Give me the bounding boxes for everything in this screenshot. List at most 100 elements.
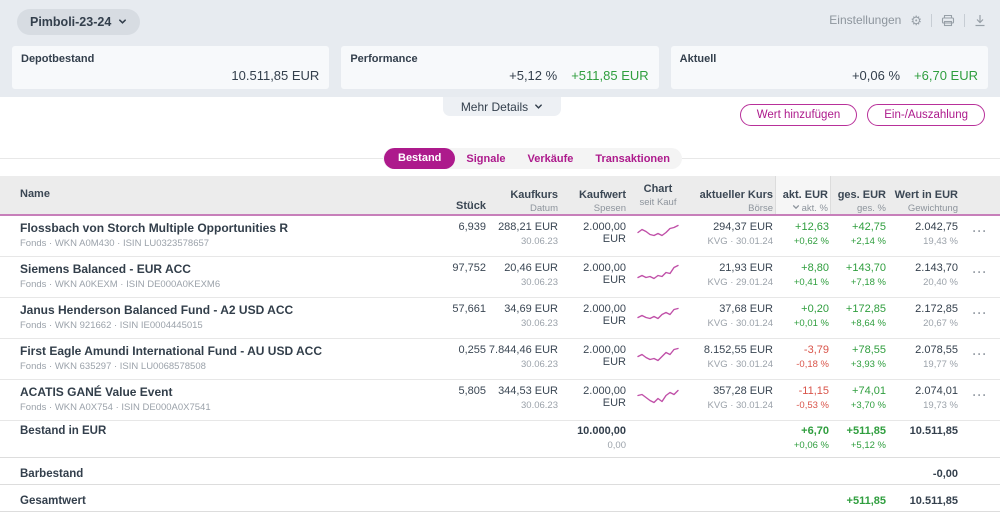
gear-icon[interactable]: ⚙: [910, 14, 922, 27]
ges-eur-value-sub: +7,18 %: [850, 277, 886, 288]
column-subtitle: Datum: [530, 203, 558, 214]
cell-akt: +12,63 +0,62 %: [775, 216, 831, 256]
settings-label[interactable]: Einstellungen: [829, 13, 901, 27]
column-title: Wert in EUR: [894, 189, 958, 201]
card-values: 10.511,85 EUR: [231, 68, 319, 83]
cell-empty: [488, 496, 560, 501]
cell-menu: [960, 421, 1000, 457]
cell-empty: [428, 469, 488, 474]
footer-ges: +511,85: [846, 494, 886, 507]
stueck-value: 57,661: [452, 303, 486, 315]
column-header-0[interactable]: Name: [20, 176, 428, 214]
row-menu-button[interactable]: ···: [960, 380, 1000, 420]
chevron-down-icon: [534, 100, 543, 114]
footer-kaufwert-sub: 0,00: [607, 440, 627, 451]
cell-name: Janus Henderson Balanced Fund - A2 USD A…: [20, 298, 428, 338]
kaufkurs-value: 34,69 EUR: [504, 303, 558, 315]
summary-band: Pimboli-23-24 Einstellungen ⚙ Depotbesta…: [0, 0, 1000, 97]
table-row: Janus Henderson Balanced Fund - A2 USD A…: [0, 298, 1000, 339]
cell-ges: [831, 469, 888, 474]
ges-eur-value: +172,85: [845, 303, 886, 315]
kaufwert-value: 2.000,00 EUR: [583, 262, 626, 286]
more-details-button[interactable]: Mehr Details: [443, 97, 561, 116]
summary-card-performance: Performance +5,12 % +511,85 EUR: [341, 46, 659, 89]
wert-value-sub: 20,40 %: [923, 277, 958, 288]
stueck-value: 6,939: [458, 221, 486, 233]
column-header-1[interactable]: Stück: [428, 176, 488, 214]
column-subtitle: Gewichtung: [907, 203, 958, 214]
cell-ges: +511,85 +5,12 %: [831, 421, 888, 457]
tab-signale[interactable]: Signale: [455, 153, 516, 165]
sparkline-chart: [636, 387, 680, 410]
card-value: 10.511,85 EUR: [231, 68, 320, 83]
cell-empty: [488, 469, 560, 474]
position-name-link[interactable]: Flossbach von Storch Multiple Opportunit…: [20, 221, 426, 235]
position-name-link[interactable]: Siemens Balanced - EUR ACC: [20, 262, 426, 276]
column-header-5[interactable]: aktueller Kurs Börse: [690, 176, 775, 214]
wert-value: 2.078,55: [915, 344, 958, 356]
column-subtitle: akt. %: [776, 203, 828, 214]
cell-kaufwert: 2.000,00 EUR: [560, 298, 628, 338]
cell-name: First Eagle Amundi International Fund - …: [20, 339, 428, 379]
tab-transaktionen[interactable]: Transaktionen: [584, 153, 681, 165]
cell-kaufwert: 2.000,00 EUR: [560, 380, 628, 420]
column-header-8[interactable]: Wert in EUR Gewichtung: [888, 176, 960, 214]
kurs-value-sub: KVG · 30.01.24: [707, 318, 773, 329]
cell-stueck: 97,752: [428, 257, 488, 297]
print-icon[interactable]: [941, 14, 955, 27]
kurs-value: 357,28 EUR: [713, 385, 773, 397]
stueck-value: 97,752: [452, 262, 486, 274]
footer-label: Gesamtwert: [20, 494, 86, 507]
ges-eur-value-sub: +2,14 %: [850, 236, 886, 247]
cell-ges: +511,85: [831, 490, 888, 507]
cell-empty: [775, 469, 831, 474]
tabs-zone: Bestand Signale Verkäufe Transaktionen: [0, 148, 1000, 170]
cell-name: Siemens Balanced - EUR ACC Fonds · WKN A…: [20, 257, 428, 297]
position-name-link[interactable]: ACATIS GANÉ Value Event: [20, 385, 426, 399]
kaufkurs-value-sub: 30.06.23: [521, 359, 558, 370]
download-icon[interactable]: [974, 14, 986, 27]
row-menu-button[interactable]: ···: [960, 298, 1000, 338]
summary-card-depotbestand: Depotbestand 10.511,85 EUR: [12, 46, 330, 89]
wert-value-sub: 19,43 %: [923, 236, 958, 247]
akt-eur-value: -3,79: [803, 344, 829, 356]
row-menu-button[interactable]: ···: [960, 339, 1000, 379]
tab-bestand[interactable]: Bestand: [384, 148, 456, 169]
akt-eur-value-sub: -0,18 %: [796, 359, 829, 370]
column-header-4[interactable]: Chart seit Kauf: [628, 176, 690, 214]
cell-empty: [428, 496, 488, 501]
column-header-2[interactable]: Kaufkurs Datum: [488, 176, 560, 214]
position-details: Fonds · WKN A0X754 · ISIN DE000A0X7541: [20, 402, 211, 413]
card-value: +511,85 EUR: [571, 68, 649, 83]
position-name-link[interactable]: First Eagle Amundi International Fund - …: [20, 344, 426, 358]
cell-kurs: [690, 421, 775, 457]
cell-kurs: 21,93 EUR KVG · 29.01.24: [690, 257, 775, 297]
kaufkurs-value-sub: 30.06.23: [521, 400, 558, 411]
cell-kaufkurs: [488, 421, 560, 457]
cell-menu: [960, 469, 1000, 474]
cell-stueck: 5,805: [428, 380, 488, 420]
ges-eur-value: +78,55: [852, 344, 886, 356]
tab-verkäufe[interactable]: Verkäufe: [517, 153, 585, 165]
add-value-button[interactable]: Wert hinzufügen: [739, 104, 858, 126]
card-values: +0,06 % +6,70 EUR: [852, 68, 978, 83]
position-name-link[interactable]: Janus Henderson Balanced Fund - A2 USD A…: [20, 303, 426, 317]
holdings-table: Name Stück Kaufkurs Datum Kaufwert Spesen Char…: [0, 176, 1000, 512]
column-header-6[interactable]: akt. EUR akt. %: [775, 176, 831, 214]
portfolio-selector[interactable]: Pimboli-23-24: [17, 9, 141, 35]
row-menu-button[interactable]: ···: [960, 257, 1000, 297]
kaufwert-value: 2.000,00 EUR: [583, 344, 626, 368]
deposit-withdraw-button[interactable]: Ein-/Auszahlung: [867, 104, 985, 126]
cell-empty: [628, 469, 690, 474]
table-footer-row: Barbestand -0,00: [0, 458, 1000, 485]
column-header-3[interactable]: Kaufwert Spesen: [560, 176, 628, 214]
footer-ges: +511,85: [846, 425, 886, 437]
wert-value-sub: 19,77 %: [923, 359, 958, 370]
cell-label: Barbestand: [20, 463, 428, 480]
column-header-7[interactable]: ges. EUR ges. %: [831, 176, 888, 214]
kurs-value: 294,37 EUR: [713, 221, 773, 233]
row-menu-button[interactable]: ···: [960, 216, 1000, 256]
sparkline-chart: [636, 223, 680, 246]
footer-akt: +6,70: [801, 425, 829, 437]
cell-kurs: 37,68 EUR KVG · 30.01.24: [690, 298, 775, 338]
